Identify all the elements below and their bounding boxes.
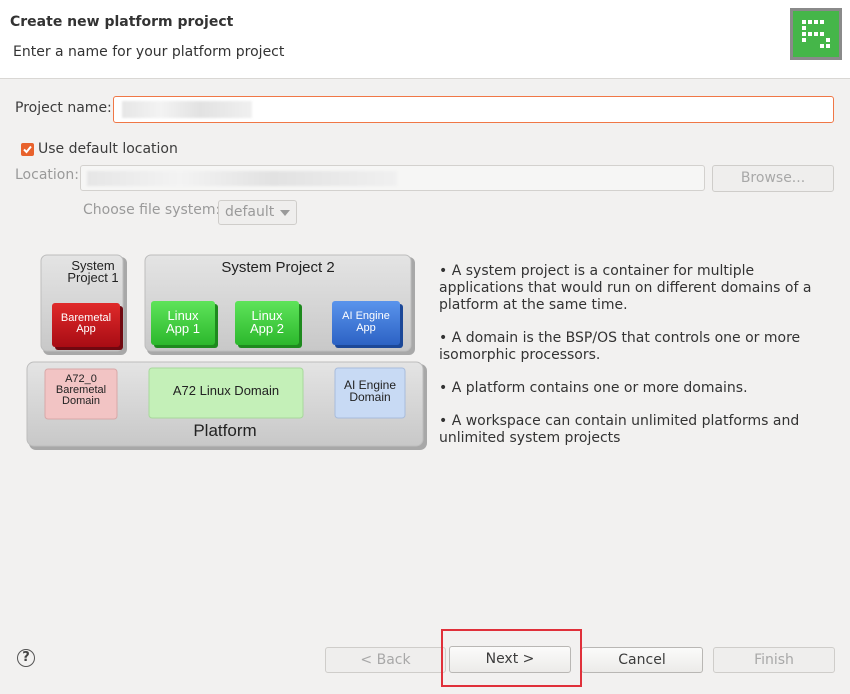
- a72-linux-domain-label: A72 Linux Domain: [172, 383, 280, 398]
- ai-engine-domain-label: AI Engine Domain: [343, 378, 397, 404]
- platform-logo-icon: [790, 8, 842, 60]
- wizard-subtitle: Enter a name for your platform project: [13, 44, 285, 60]
- wizard-header: Create new platform project Enter a name…: [0, 0, 850, 79]
- bullet-workspace: • A workspace can contain unlimited plat…: [439, 413, 800, 446]
- cancel-button[interactable]: Cancel: [581, 647, 703, 673]
- file-system-value: default: [225, 204, 275, 220]
- a72-0-domain-label: A72_0 Baremetal Domain: [55, 373, 107, 407]
- use-default-location-checkbox[interactable]: [21, 143, 34, 156]
- chevron-down-icon: [280, 210, 290, 216]
- bullet-platform: • A platform contains one or more domain…: [439, 380, 748, 396]
- help-icon[interactable]: ?: [17, 649, 35, 667]
- baremetal-app-label: Baremetal App: [60, 312, 112, 335]
- project-name-label: Project name:: [15, 100, 112, 116]
- next-button-highlight: [441, 629, 582, 687]
- file-system-select[interactable]: default: [218, 200, 297, 225]
- location-input[interactable]: [80, 165, 705, 191]
- system-project-1-label: System Project 1: [67, 258, 119, 285]
- ai-engine-app-label: AI Engine App: [342, 310, 390, 334]
- browse-button[interactable]: Browse...: [712, 165, 834, 192]
- back-button[interactable]: < Back: [325, 647, 446, 673]
- bullet-domain: • A domain is the BSP/OS that controls o…: [439, 330, 801, 363]
- project-name-input[interactable]: [113, 96, 834, 123]
- finish-button[interactable]: Finish: [713, 647, 835, 673]
- redacted-location: [87, 171, 397, 186]
- wizard-title: Create new platform project: [10, 14, 234, 30]
- linux-app-1-label: Linux App 1: [166, 308, 200, 336]
- use-default-location-label[interactable]: Use default location: [38, 141, 178, 157]
- system-project-2-label: System Project 2: [221, 259, 335, 276]
- platform-label: Platform: [193, 421, 257, 440]
- description-bullets: • A system project is a container for mu…: [439, 263, 834, 463]
- file-system-label: Choose file system:: [83, 202, 221, 218]
- redacted-project-name: [122, 101, 252, 118]
- bullet-system-project: • A system project is a container for mu…: [439, 263, 812, 313]
- linux-app-2-label: Linux App 2: [250, 308, 284, 336]
- location-label: Location:: [15, 167, 79, 183]
